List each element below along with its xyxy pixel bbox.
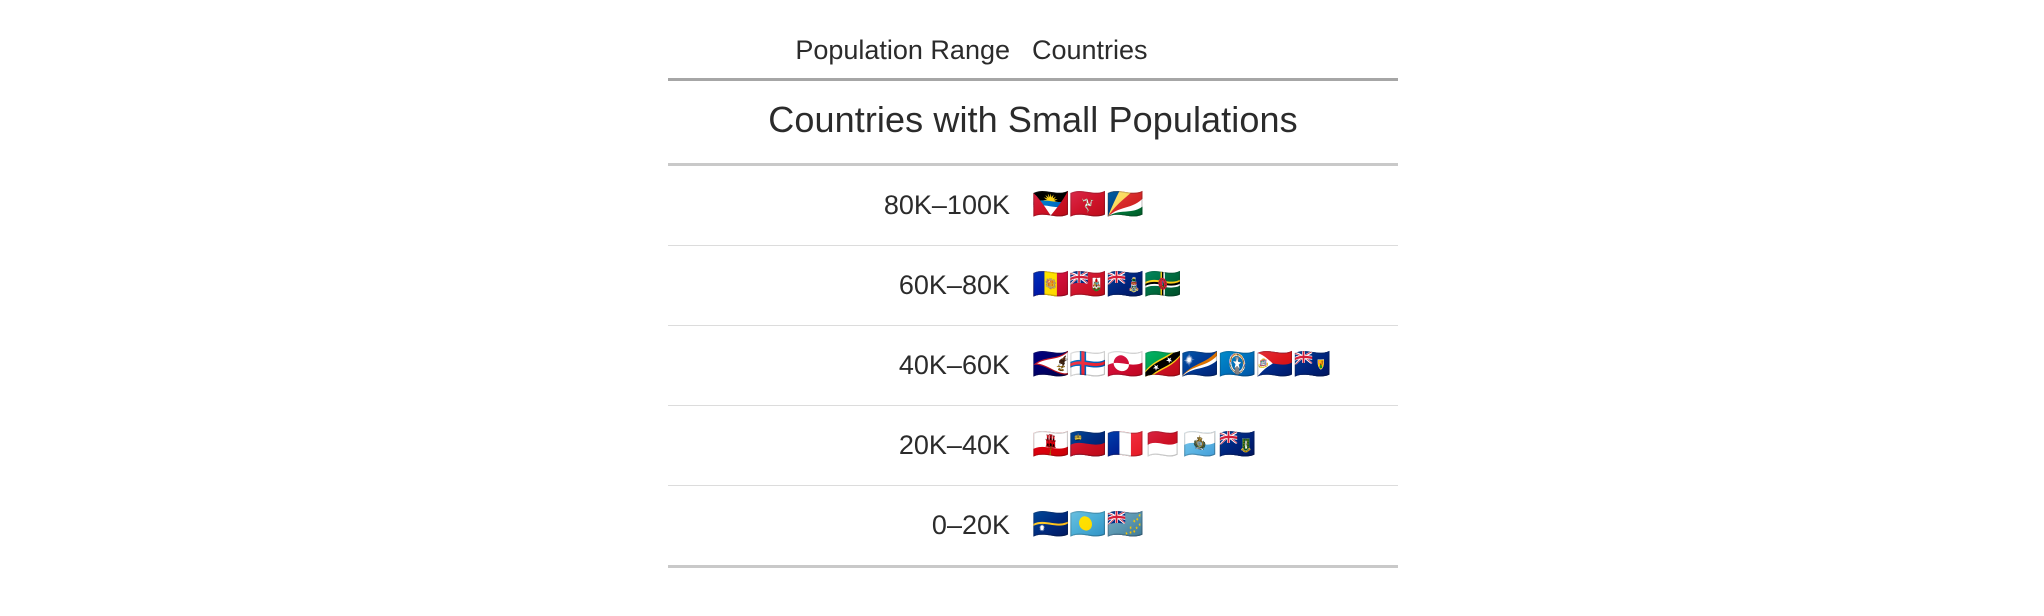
flag-list: 🇬🇮🇱🇮🇲🇫🇲🇨🇸🇲🇻🇬 — [1032, 430, 1398, 460]
table-row: 40K–60K 🇦🇸🇫🇴🇬🇱🇰🇳🇲🇭🇲🇵🇸🇽🇹🇨 — [668, 325, 1398, 406]
flag-icons: 🇬🇮🇱🇮🇲🇫🇲🇨🇸🇲🇻🇬 — [1032, 428, 1257, 461]
table-title-cell: Countries with Small Populations — [668, 78, 1398, 166]
table-container: Countries with Small Populations Populat… — [668, 24, 1398, 568]
cell-population-range: 60K–80K — [668, 245, 1019, 326]
flag-icons: 🇦🇬🇮🇲🇸🇨 — [1032, 188, 1145, 221]
table-row: 20K–40K 🇬🇮🇱🇮🇲🇫🇲🇨🇸🇲🇻🇬 — [668, 405, 1398, 486]
table-row: 80K–100K 🇦🇬🇮🇲🇸🇨 — [668, 164, 1398, 246]
cell-countries: 🇦🇬🇮🇲🇸🇨 — [1019, 164, 1398, 246]
cell-population-range: 20K–40K — [668, 405, 1019, 486]
cell-countries: 🇦🇸🇫🇴🇬🇱🇰🇳🇲🇭🇲🇵🇸🇽🇹🇨 — [1019, 325, 1398, 406]
flag-list: 🇦🇸🇫🇴🇬🇱🇰🇳🇲🇭🇲🇵🇸🇽🇹🇨 — [1032, 350, 1398, 380]
cell-population-range: 80K–100K — [668, 164, 1019, 246]
column-header-population-range: Population Range — [668, 24, 1019, 81]
flag-icons: 🇳🇷🇵🇼🇹🇻 — [1032, 508, 1145, 541]
table-row: 0–20K 🇳🇷🇵🇼🇹🇻 — [668, 485, 1398, 568]
table-title: Countries with Small Populations — [768, 99, 1298, 141]
table-body: 80K–100K 🇦🇬🇮🇲🇸🇨 60K–80K 🇦🇩🇧🇲🇰🇾🇩🇲 40K–60K… — [668, 164, 1398, 568]
flag-list: 🇦🇬🇮🇲🇸🇨 — [1032, 190, 1398, 220]
small-populations-table: Countries with Small Populations Populat… — [668, 24, 1398, 568]
cell-countries: 🇳🇷🇵🇼🇹🇻 — [1019, 485, 1398, 568]
table-row: 60K–80K 🇦🇩🇧🇲🇰🇾🇩🇲 — [668, 245, 1398, 326]
table-header-row: Population Range Countries — [668, 24, 1398, 81]
flag-icons: 🇦🇩🇧🇲🇰🇾🇩🇲 — [1032, 268, 1182, 301]
flag-list: 🇦🇩🇧🇲🇰🇾🇩🇲 — [1032, 270, 1398, 300]
flag-icons: 🇦🇸🇫🇴🇬🇱🇰🇳🇲🇭🇲🇵🇸🇽🇹🇨 — [1032, 348, 1331, 381]
cell-population-range: 0–20K — [668, 485, 1019, 568]
cell-population-range: 40K–60K — [668, 325, 1019, 406]
cell-countries: 🇦🇩🇧🇲🇰🇾🇩🇲 — [1019, 245, 1398, 326]
table-title-row: Countries with Small Populations — [668, 78, 1398, 166]
column-header-countries: Countries — [1019, 24, 1398, 81]
table-head: Population Range Countries — [668, 24, 1398, 81]
page-canvas: Countries with Small Populations Populat… — [0, 0, 2044, 616]
flag-list: 🇳🇷🇵🇼🇹🇻 — [1032, 510, 1398, 540]
cell-countries: 🇬🇮🇱🇮🇲🇫🇲🇨🇸🇲🇻🇬 — [1019, 405, 1398, 486]
